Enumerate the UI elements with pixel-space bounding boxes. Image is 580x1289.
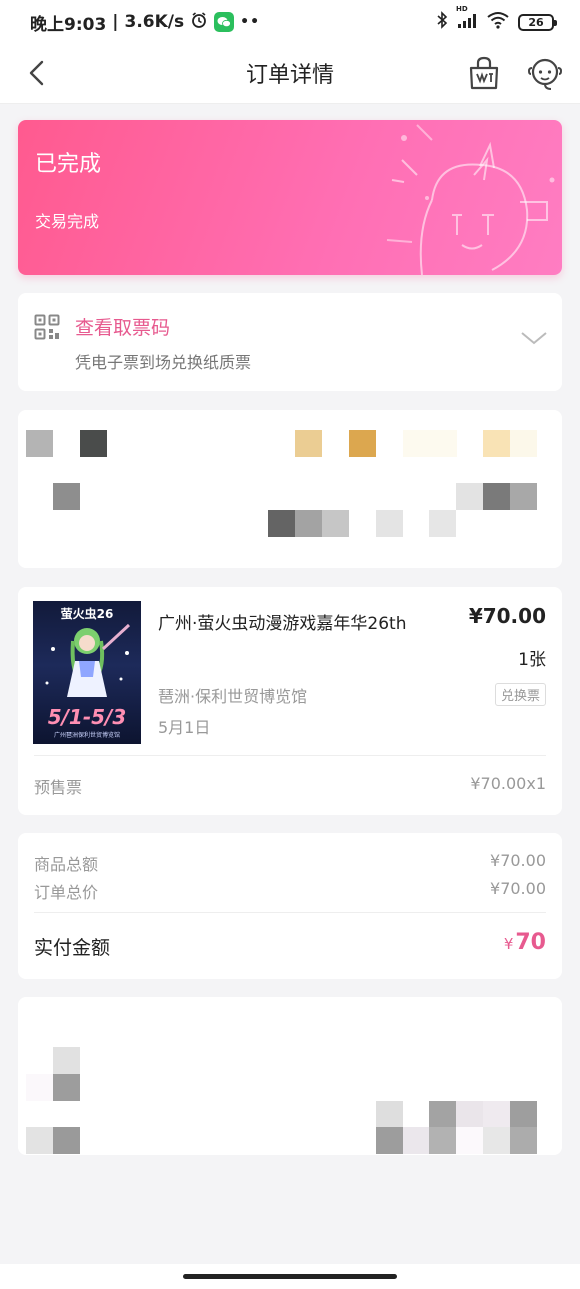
- more-notifications-icon: ••: [240, 14, 261, 30]
- mosaic-block: [456, 483, 483, 510]
- alarm-icon: [190, 11, 208, 34]
- mosaic-block: [53, 1074, 80, 1101]
- mosaic-block: [26, 1074, 53, 1101]
- mosaic-block: [376, 510, 403, 537]
- mosaic-block: [510, 1127, 537, 1154]
- bluetooth-icon: [436, 10, 448, 34]
- amount-paid-label: 实付金额: [34, 937, 111, 959]
- amount-paid-value: ¥70: [504, 930, 546, 955]
- chevron-down-icon[interactable]: [520, 329, 548, 347]
- order-status-card: 已完成 交易完成: [18, 120, 562, 275]
- mosaic-block: [349, 430, 376, 457]
- mosaic-block: [295, 510, 322, 537]
- mosaic-block: [429, 510, 456, 537]
- mosaic-block: [483, 1127, 510, 1154]
- mosaic-block: [53, 1127, 80, 1154]
- wifi-icon: [486, 11, 510, 34]
- mosaic-block: [403, 1127, 430, 1154]
- home-indicator[interactable]: [183, 1274, 397, 1279]
- mosaic-block: [322, 510, 349, 537]
- ticket-unit-price: ¥70.00x1: [470, 774, 546, 793]
- mosaic-block: [429, 1127, 456, 1154]
- mosaic-block: [456, 1127, 483, 1154]
- divider: [34, 912, 546, 913]
- mosaic-block: [376, 1127, 403, 1154]
- event-date: 5月1日: [158, 718, 211, 737]
- event-name[interactable]: 广州·萤火虫动漫游戏嘉年华26th: [158, 609, 406, 634]
- wechat-notification-icon: [214, 12, 235, 32]
- goods-total-value: ¥70.00: [490, 851, 546, 870]
- event-poster-image[interactable]: 萤火虫26 5/1-5/3 广州琶洲保利世贸博览馆: [33, 601, 141, 744]
- status-speed: 3.6K/s: [124, 12, 185, 32]
- mosaic-block: [483, 1101, 510, 1127]
- divider: [34, 755, 546, 756]
- poster-character-icon: [45, 623, 131, 697]
- mosaic-block: [268, 510, 295, 537]
- event-venue: 琶洲·保利世贸博览馆: [158, 687, 308, 706]
- mosaic-block: [53, 483, 80, 510]
- battery-level: 26: [528, 15, 544, 29]
- status-divider: |: [112, 12, 119, 32]
- mosaic-block: [510, 483, 537, 510]
- ticket-code-card[interactable]: 查看取票码 凭电子票到场兑换纸质票: [18, 293, 562, 391]
- ticket-type-badge: 兑换票: [494, 683, 546, 706]
- mosaic-block: [53, 1047, 80, 1074]
- mosaic-block: [26, 1127, 53, 1154]
- customer-service-icon[interactable]: [527, 54, 563, 92]
- qr-code-icon: [34, 314, 60, 340]
- mosaic-block: [80, 430, 107, 457]
- mascot-illustration-icon: [362, 120, 562, 275]
- mosaic-block: [403, 430, 457, 457]
- pixelated-info-card: [18, 997, 562, 1155]
- poster-date: 5/1-5/3: [47, 705, 127, 729]
- item-price: ¥70.00: [468, 604, 546, 628]
- shop-bag-icon[interactable]: [466, 54, 502, 92]
- mosaic-block: [483, 483, 510, 510]
- order-status-subtitle: 交易完成: [35, 212, 100, 231]
- mosaic-block: [510, 430, 537, 457]
- mosaic-block: [295, 430, 322, 457]
- battery-icon: 26: [518, 13, 557, 31]
- currency-symbol: ¥: [503, 935, 514, 953]
- nav-bar: 订单详情: [0, 44, 580, 104]
- ticket-category: 预售票: [34, 778, 83, 797]
- ticket-code-hint: 凭电子票到场兑换纸质票: [75, 353, 252, 372]
- poster-venue: 广州琶洲保利世贸博览馆: [53, 732, 120, 739]
- signal-icon: HD: [456, 5, 478, 34]
- gesture-bar-area: [0, 1264, 580, 1289]
- mosaic-block: [429, 1101, 456, 1127]
- goods-total-label: 商品总额: [34, 855, 99, 874]
- mosaic-block: [456, 1101, 483, 1127]
- item-quantity: 1张: [518, 650, 546, 670]
- status-time: 晚上9:03: [30, 14, 107, 35]
- order-total-label: 订单总价: [34, 883, 99, 902]
- status-bar: 晚上9:03 | 3.6K/s •• HD 26: [0, 0, 580, 44]
- amount-paid-number: 70: [515, 930, 546, 955]
- mosaic-block: [26, 430, 53, 457]
- mosaic-block: [483, 430, 510, 457]
- order-item-card[interactable]: 萤火虫26 5/1-5/3 广州琶洲保利世贸博览馆 广州·萤火虫动漫游戏嘉年华2…: [18, 587, 562, 815]
- order-totals-card: 商品总额 ¥70.00 订单总价 ¥70.00 实付金额 ¥70: [18, 833, 562, 979]
- pixelated-info-card: [18, 410, 562, 568]
- mosaic-block: [510, 1101, 537, 1127]
- mosaic-block: [376, 1101, 403, 1127]
- network-hd-label: HD: [456, 4, 468, 13]
- order-status-title: 已完成: [35, 152, 102, 177]
- order-total-value: ¥70.00: [490, 879, 546, 898]
- view-ticket-code-link[interactable]: 查看取票码: [75, 313, 170, 340]
